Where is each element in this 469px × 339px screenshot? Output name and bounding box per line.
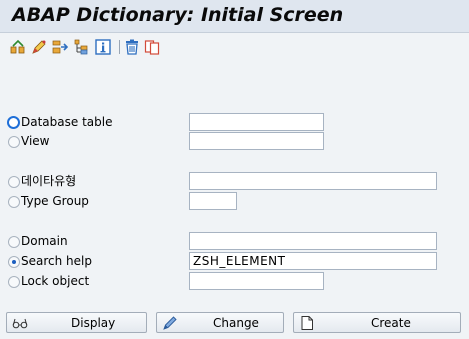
information-icon[interactable] xyxy=(95,39,111,55)
other-object-icon[interactable] xyxy=(10,39,26,55)
new-document-icon xyxy=(301,316,313,330)
domain-input[interactable] xyxy=(189,232,437,250)
option-row-view: View xyxy=(0,132,469,152)
create-button[interactable]: Create xyxy=(293,312,461,333)
radio-lock-object[interactable] xyxy=(8,276,20,288)
radio-search-help[interactable] xyxy=(8,256,20,268)
edit-icon[interactable] xyxy=(31,39,47,55)
option-row-domain: Domain xyxy=(0,232,469,252)
where-used-icon[interactable] xyxy=(52,39,68,55)
option-row-type-group: Type Group xyxy=(0,192,469,212)
type-group-input[interactable] xyxy=(189,192,237,210)
option-row-lock-object: Lock object xyxy=(0,272,469,292)
label-view[interactable]: View xyxy=(21,134,49,149)
radio-view[interactable] xyxy=(8,136,20,148)
page-title: ABAP Dictionary: Initial Screen xyxy=(12,4,344,26)
radio-database-table[interactable] xyxy=(7,116,20,129)
glasses-icon xyxy=(12,318,28,329)
delete-icon[interactable] xyxy=(124,39,140,55)
search-help-input[interactable]: ZSH_ELEMENT xyxy=(189,252,437,270)
view-input[interactable] xyxy=(189,132,324,150)
data-type-input[interactable] xyxy=(189,172,437,190)
pencil-icon xyxy=(163,316,177,330)
display-button[interactable]: Display xyxy=(6,312,147,333)
display-button-label: Display xyxy=(71,316,116,330)
option-row-search-help: Search help ZSH_ELEMENT xyxy=(0,252,469,272)
application-toolbar xyxy=(0,33,469,59)
lock-object-input[interactable] xyxy=(189,272,324,290)
create-button-label: Create xyxy=(371,316,411,330)
title-bar: ABAP Dictionary: Initial Screen xyxy=(0,0,469,33)
hierarchy-icon[interactable] xyxy=(73,39,89,55)
change-button[interactable]: Change xyxy=(156,312,284,333)
toolbar-separator xyxy=(119,40,120,54)
database-table-input[interactable] xyxy=(189,113,324,131)
change-button-label: Change xyxy=(213,316,259,330)
copy-icon[interactable] xyxy=(144,39,160,55)
label-data-type[interactable]: 데이타유형 xyxy=(21,174,76,189)
label-search-help[interactable]: Search help xyxy=(21,254,92,269)
radio-domain[interactable] xyxy=(8,236,20,248)
radio-data-type[interactable] xyxy=(8,176,20,188)
option-row-database-table: Database table xyxy=(0,113,469,133)
label-lock-object[interactable]: Lock object xyxy=(21,274,89,289)
label-type-group[interactable]: Type Group xyxy=(21,194,89,209)
label-domain[interactable]: Domain xyxy=(21,234,68,249)
option-row-data-type: 데이타유형 xyxy=(0,172,469,192)
label-database-table[interactable]: Database table xyxy=(21,115,112,130)
radio-type-group[interactable] xyxy=(8,196,20,208)
